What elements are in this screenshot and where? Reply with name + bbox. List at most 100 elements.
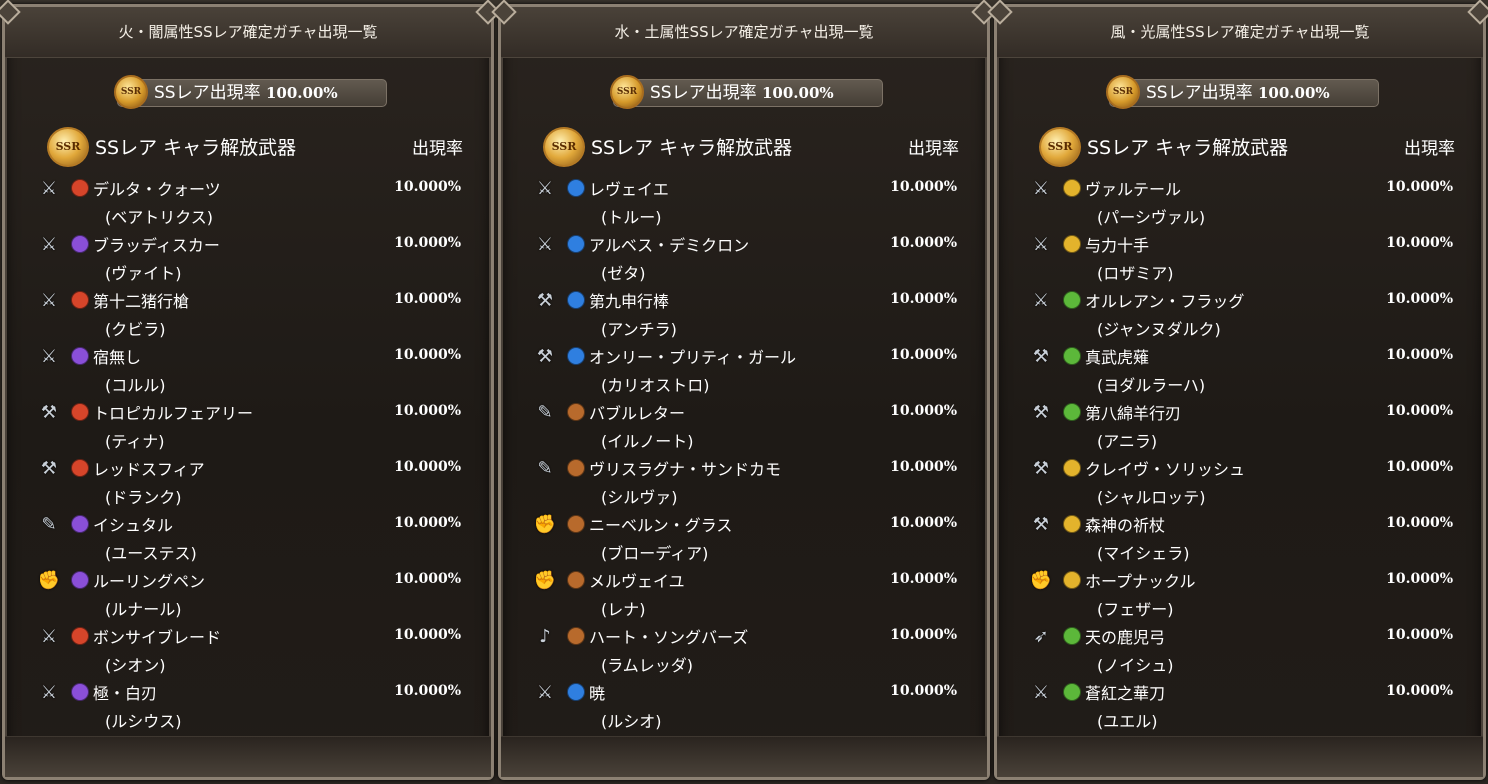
weapon-name: 与力十手	[1085, 236, 1150, 255]
list-item: ⚒ 第八綿羊行刃 (アニラ) 10.000%	[1029, 399, 1453, 455]
dark-element-icon	[71, 571, 89, 589]
character-name: (コルル)	[105, 376, 166, 395]
bow-icon: ➶	[1033, 626, 1049, 647]
weapon-rate: 10.000%	[394, 179, 461, 195]
weapon-rate: 10.000%	[890, 291, 957, 307]
ss-rate-bar: SSR SSレア出現率 100.00%	[1106, 75, 1379, 109]
spear-icon: ⚔	[1032, 178, 1050, 199]
weapon-name: 第九申行棒	[589, 292, 670, 311]
panel-wind-light: 風・光属性SSレア確定ガチャ出現一覧 SSR SSレア出現率 100.00% S…	[994, 4, 1486, 780]
weapon-name: ブラッディスカー	[93, 236, 220, 255]
list-item: ⚔ ブラッディスカー (ヴァイト) 10.000%	[37, 231, 461, 287]
list-item: ✎ バブルレター (イルノート) 10.000%	[533, 399, 957, 455]
wind-element-icon	[1063, 403, 1081, 421]
character-name: (アンチラ)	[601, 320, 677, 339]
fist-icon: ✊	[37, 570, 61, 591]
weapon-name: ルーリングペン	[93, 572, 206, 591]
dual-sword-icon: ⚔	[40, 682, 58, 703]
weapon-rate: 10.000%	[890, 571, 957, 587]
character-name: (フェザー)	[1097, 600, 1174, 619]
panel-footer	[501, 736, 987, 777]
list-item: ⚒ レッドスフィア (ドランク) 10.000%	[37, 455, 461, 511]
weapon-rate: 10.000%	[394, 459, 461, 475]
dark-element-icon	[71, 515, 89, 533]
weapon-rate: 10.000%	[394, 291, 461, 307]
list-item: ⚔ 第十二猪行槍 (クビラ) 10.000%	[37, 287, 461, 343]
light-element-icon	[1063, 571, 1081, 589]
list-item: ♪ ハート・ソングバーズ (ラムレッダ) 10.000%	[533, 623, 957, 679]
weapon-rate: 10.000%	[890, 235, 957, 251]
list-item: ✊ ホープナックル (フェザー) 10.000%	[1029, 567, 1453, 623]
ss-rate-label: SSレア出現率	[1146, 83, 1253, 103]
staff-icon: ✎	[41, 514, 57, 535]
fire-element-icon	[71, 627, 89, 645]
weapon-name: クレイヴ・ソリッシュ	[1085, 460, 1246, 479]
list-item: ✎ イシュタル (ユーステス) 10.000%	[37, 511, 461, 567]
weapon-rate: 10.000%	[394, 515, 461, 531]
character-name: (ルシオ)	[601, 712, 662, 731]
character-name: (ベアトリクス)	[105, 208, 214, 227]
weapon-name: 第十二猪行槍	[93, 292, 190, 311]
list-item: ⚒ 第九申行棒 (アンチラ) 10.000%	[533, 287, 957, 343]
list-item: ➶ 天の鹿児弓 (ノイシュ) 10.000%	[1029, 623, 1453, 679]
wind-element-icon	[1063, 291, 1081, 309]
weapon-rate: 10.000%	[394, 683, 461, 699]
water-element-icon	[567, 291, 585, 309]
list-item: ⚔ アルベス・デミクロン (ゼタ) 10.000%	[533, 231, 957, 287]
weapon-name: メルヴェイユ	[589, 572, 685, 591]
character-name: (ラムレッダ)	[601, 656, 694, 675]
character-name: (クビラ)	[105, 320, 166, 339]
spear-icon: ⚔	[1032, 290, 1050, 311]
header-label: SSレア キャラ解放武器	[1087, 137, 1289, 159]
earth-element-icon	[567, 403, 585, 421]
weapon-name: 蒼紅之華刀	[1085, 684, 1166, 703]
ss-rate-label: SSレア出現率	[154, 83, 261, 103]
weapon-name: ボンサイブレード	[93, 628, 222, 647]
list-item: ⚔ 極・白刃 (ルシウス) 10.000%	[37, 679, 461, 735]
staff-icon: ✎	[537, 402, 553, 423]
character-name: (ユーステス)	[105, 544, 197, 563]
weapon-name: 極・白刃	[93, 684, 158, 703]
weapon-name: ニーベルン・グラス	[589, 516, 733, 535]
character-name: (ブローディア)	[601, 544, 709, 563]
list-item: ✊ メルヴェイユ (レナ) 10.000%	[533, 567, 957, 623]
dark-element-icon	[71, 683, 89, 701]
wind-element-icon	[1063, 347, 1081, 365]
staff-icon: ✎	[537, 458, 553, 479]
light-element-icon	[1063, 459, 1081, 477]
character-name: (パーシヴァル)	[1097, 208, 1206, 227]
character-name: (ヨダルラーハ)	[1097, 376, 1206, 395]
list-header: SSR SSレア キャラ解放武器 出現率	[543, 125, 959, 169]
weapon-rate: 10.000%	[890, 403, 957, 419]
character-name: (ノイシュ)	[1097, 656, 1174, 675]
weapon-rate: 10.000%	[394, 347, 461, 363]
fire-element-icon	[71, 459, 89, 477]
list-item: ⚔ 与力十手 (ロザミア) 10.000%	[1029, 231, 1453, 287]
character-name: (マイシェラ)	[1097, 544, 1190, 563]
ss-rate-text: SSレア出現率 100.00%	[650, 80, 834, 107]
weapon-name: トロピカルフェアリー	[93, 404, 254, 423]
weapon-rate: 10.000%	[1386, 627, 1453, 643]
character-name: (ルナール)	[105, 600, 182, 619]
weapon-rate: 10.000%	[1386, 571, 1453, 587]
weapon-rate: 10.000%	[1386, 515, 1453, 531]
ss-rate-text: SSレア出現率 100.00%	[154, 80, 338, 107]
ssr-badge-icon: SSR	[47, 127, 89, 167]
gacha-rate-screen: 火・闇属性SSレア確定ガチャ出現一覧 SSR SSレア出現率 100.00% S…	[0, 0, 1488, 784]
weapon-name: デルタ・クォーツ	[93, 180, 221, 199]
spear-icon: ⚔	[40, 290, 58, 311]
weapon-rate: 10.000%	[890, 683, 957, 699]
axe-icon: ⚒	[1032, 514, 1050, 535]
list-item: ⚔ ボンサイブレード (シオン) 10.000%	[37, 623, 461, 679]
weapon-name: 暁	[589, 684, 606, 703]
list-header: SSR SSレア キャラ解放武器 出現率	[1039, 125, 1455, 169]
weapon-rate: 10.000%	[1386, 179, 1453, 195]
weapon-list: ⚔ ヴァルテール (パーシヴァル) 10.000% ⚔ 与力十手 (ロザミア) …	[1029, 175, 1453, 735]
light-element-icon	[1063, 515, 1081, 533]
ss-rate-text: SSレア出現率 100.00%	[1146, 80, 1330, 107]
axe-icon: ⚒	[1032, 458, 1050, 479]
fire-element-icon	[71, 179, 89, 197]
list-item: ⚔ 暁 (ルシオ) 10.000%	[533, 679, 957, 735]
weapon-rate: 10.000%	[1386, 347, 1453, 363]
weapon-rate: 10.000%	[1386, 683, 1453, 699]
